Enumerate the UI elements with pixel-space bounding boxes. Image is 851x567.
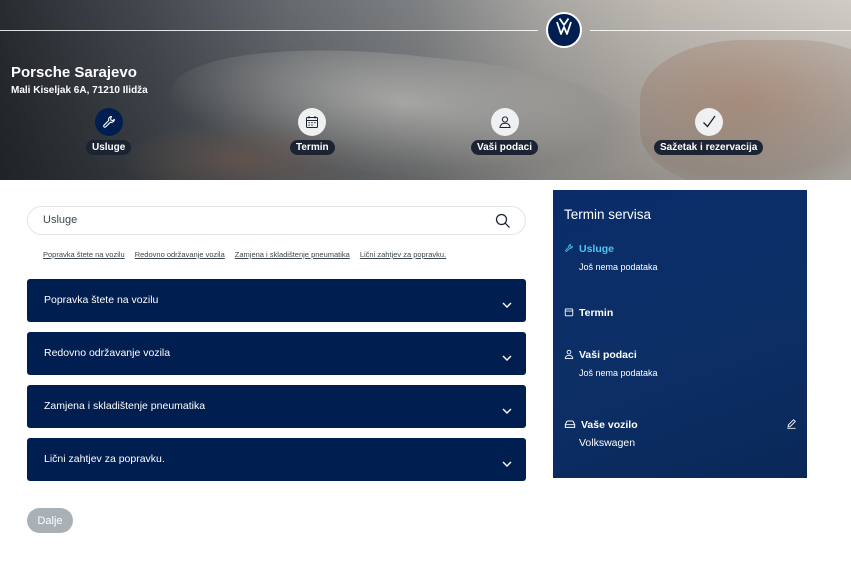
accordion-title: Popravka štete na vozilu: [44, 294, 159, 306]
step-services[interactable]: Usluge: [86, 108, 132, 155]
step-personal-data-label: Vaši podaci: [471, 140, 539, 155]
logo-line-right: [590, 30, 851, 31]
summary-services-value: Još nema podataka: [579, 262, 658, 272]
accordion-title: Lični zahtjev za popravku.: [44, 453, 165, 465]
summary-personal-label: Vaši podaci: [579, 349, 637, 361]
accordion-title: Redovno održavanje vozila: [44, 347, 171, 359]
checkmark-icon: [694, 108, 723, 136]
summary-services: Usluge: [564, 240, 614, 258]
quick-link[interactable]: Lični zahtjev za popravku.: [360, 250, 446, 259]
user-icon: [564, 346, 574, 364]
summary-appointment: Termin: [564, 304, 613, 322]
summary-vehicle-label: Vaše vozilo: [581, 419, 638, 431]
step-appointment[interactable]: Termin: [290, 108, 335, 155]
step-services-label: Usluge: [86, 140, 132, 155]
next-button[interactable]: Dalje: [27, 508, 73, 533]
user-icon: [490, 108, 519, 136]
wrench-icon: [564, 240, 574, 258]
summary-personal: Vaši podaci: [564, 346, 637, 364]
summary-vehicle-value: Volkswagen: [579, 437, 636, 449]
step-summary[interactable]: Sažetak i rezervacija: [654, 108, 764, 155]
accordion-personal-request[interactable]: Lični zahtjev za popravku.: [27, 438, 526, 481]
services-search[interactable]: [27, 206, 526, 235]
summary-personal-value: Još nema podataka: [579, 368, 658, 378]
summary-appointment-label: Termin: [579, 307, 614, 319]
calendar-icon: [298, 108, 327, 136]
quick-link[interactable]: Redovno održavanje vozila: [135, 250, 225, 259]
chevron-down-icon: [502, 455, 512, 473]
step-personal-data[interactable]: Vaši podaci: [471, 108, 539, 155]
summary-heading: Termin servisa: [564, 207, 652, 222]
accordion-title: Zamjena i skladištenje pneumatika: [44, 400, 206, 412]
accordion-regular-maintenance[interactable]: Redovno održavanje vozila: [27, 332, 526, 375]
logo-line-left: [0, 30, 538, 31]
dealer-name: Porsche Sarajevo: [11, 64, 137, 81]
search-icon[interactable]: [495, 213, 511, 234]
calendar-icon: [564, 304, 574, 322]
vw-logo-icon[interactable]: [546, 12, 582, 48]
hero-banner: Porsche Sarajevo Mali Kiseljak 6A, 71210…: [0, 0, 851, 180]
step-appointment-label: Termin: [290, 140, 335, 155]
search-input[interactable]: [43, 214, 463, 226]
wrench-icon: [94, 108, 123, 136]
appointment-summary-panel: Termin servisa Usluge Još nema podataka …: [553, 190, 807, 478]
accordion-tyre-change[interactable]: Zamjena i skladištenje pneumatika: [27, 385, 526, 428]
quick-link[interactable]: Zamjena i skladištenje pneumatika: [235, 250, 350, 259]
car-icon: [564, 416, 576, 434]
dealer-address: Mali Kiseljak 6A, 71210 Ilidža: [11, 85, 148, 96]
chevron-down-icon: [502, 349, 512, 367]
chevron-down-icon: [502, 296, 512, 314]
step-summary-label: Sažetak i rezervacija: [654, 140, 764, 155]
edit-icon[interactable]: [786, 416, 797, 434]
summary-vehicle: Vaše vozilo: [564, 416, 638, 434]
quick-link[interactable]: Popravka štete na vozilu: [43, 250, 125, 259]
chevron-down-icon: [502, 402, 512, 420]
summary-services-label: Usluge: [579, 243, 615, 255]
accordion-damage-repair[interactable]: Popravka štete na vozilu: [27, 279, 526, 322]
quick-links: Popravka štete na vozilu Redovno održava…: [43, 250, 446, 259]
